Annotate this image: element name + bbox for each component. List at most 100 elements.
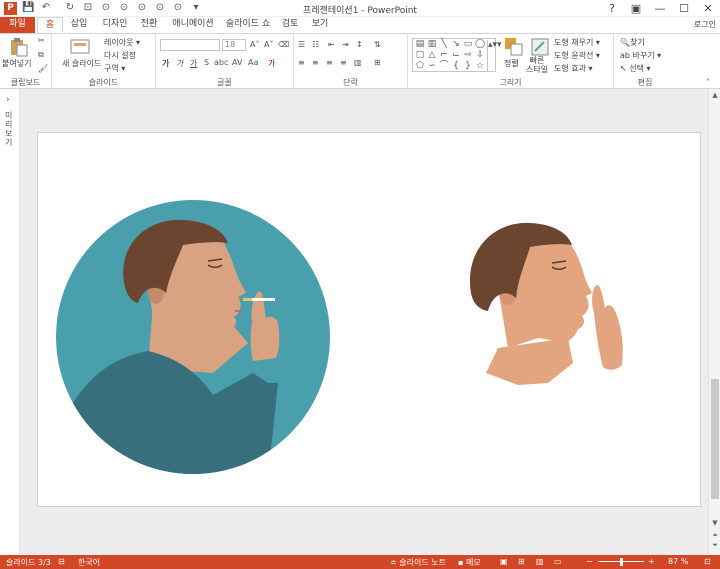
cut-icon[interactable]: ✂ (38, 36, 45, 45)
elbow-shape-icon[interactable]: ⌙ (451, 51, 461, 60)
find-button[interactable]: 🔍찾기 (620, 37, 645, 48)
maximize-button[interactable]: ☐ (672, 0, 696, 17)
tab-design[interactable]: 디자인 (98, 17, 132, 33)
expand-pane-icon[interactable]: › (6, 95, 10, 105)
rectangle-shape-icon[interactable]: ▭ (463, 40, 473, 49)
text-direction-icon[interactable]: ⇅ (374, 40, 381, 49)
format-painter-icon[interactable]: 🖌 (38, 64, 48, 73)
underline-button[interactable]: 가 (190, 58, 197, 69)
smoking-man-illustration[interactable] (56, 200, 330, 478)
minimize-button[interactable]: — (648, 0, 672, 17)
shape-outline-button[interactable]: 도형 윤곽선 ▾ (554, 50, 600, 61)
italic-button[interactable]: 가 (176, 58, 183, 69)
numbering-icon[interactable]: ☷ (312, 40, 319, 49)
section-button[interactable]: 구역 ▾ (104, 63, 125, 74)
shadow-button[interactable]: abc (214, 58, 228, 67)
scroll-up-icon[interactable]: ▲ (709, 91, 720, 99)
copy-icon[interactable]: ⧉ (38, 50, 44, 60)
tab-transitions[interactable]: 전환 (136, 17, 162, 33)
gallery-more-icon[interactable]: ▴▾▾ (487, 40, 502, 72)
comments-button[interactable]: ▪ 메모 (458, 557, 481, 568)
arc-shape-icon[interactable]: ⌒ (439, 62, 449, 71)
reset-button[interactable]: 다시 설정 (104, 50, 136, 61)
shape-effects-button[interactable]: 도형 효과 ▾ (554, 63, 593, 74)
vertical-textbox-shape-icon[interactable]: ▥ (427, 40, 437, 49)
signin-link[interactable]: 로그인 (694, 19, 716, 30)
tab-insert[interactable]: 삽입 (66, 17, 92, 33)
new-slide-button[interactable]: 새 슬라이드 (62, 58, 101, 69)
right-arrow-shape-icon[interactable]: ⇨ (463, 51, 473, 60)
pentagon-shape-icon[interactable]: ⬠ (415, 62, 425, 71)
paste-button[interactable]: 붙여넣기 (2, 58, 31, 69)
brace-right-shape-icon[interactable]: } (463, 62, 473, 71)
rounded-rect-shape-icon[interactable]: ▢ (415, 51, 425, 60)
arrange-icon[interactable] (504, 37, 524, 57)
slide-sorter-icon[interactable]: ⊞ (518, 557, 525, 566)
font-size-box[interactable]: 18 (222, 39, 246, 51)
help-button[interactable]: ? (600, 0, 624, 17)
shape-fill-button[interactable]: 도형 채우기 ▾ (554, 37, 600, 48)
tab-home[interactable]: 홈 (37, 17, 63, 33)
columns-icon[interactable]: ▥ (354, 58, 362, 67)
language-indicator[interactable]: 한국어 (78, 557, 100, 568)
zoom-level[interactable]: 87 % (668, 557, 688, 566)
increase-indent-icon[interactable]: ⇥ (342, 40, 349, 49)
tab-view[interactable]: 보기 (306, 17, 334, 33)
zoom-out-icon[interactable]: − (586, 557, 593, 566)
tab-review[interactable]: 검토 (278, 17, 302, 33)
align-right-icon[interactable]: ≡ (326, 58, 333, 67)
brace-shape-icon[interactable]: { (451, 62, 461, 71)
tab-file[interactable]: 파일 (0, 17, 35, 33)
smartart-icon[interactable]: ⊞ (374, 58, 381, 67)
clear-format-icon[interactable]: ⌫ (278, 40, 289, 49)
line-shape-icon[interactable]: ╲ (439, 40, 449, 49)
curve-shape-icon[interactable]: ∽ (427, 62, 437, 71)
scroll-down-icon[interactable]: ▼ (709, 519, 720, 527)
tab-animations[interactable]: 애니메이션 (168, 17, 218, 33)
man-hand-mouth-illustration[interactable] (469, 222, 623, 385)
quick-styles-button[interactable]: 빠른 스타일 (526, 56, 548, 74)
textbox-shape-icon[interactable]: ▤ (415, 40, 425, 49)
zoom-slider-thumb[interactable] (620, 558, 623, 566)
reading-view-icon[interactable]: ▥ (536, 557, 544, 566)
font-name-box[interactable] (160, 39, 220, 51)
line-spacing-icon[interactable]: ↕ (356, 40, 363, 49)
paste-icon[interactable] (8, 37, 28, 57)
collapse-ribbon-icon[interactable]: ˄ (706, 78, 710, 87)
scrollbar-thumb[interactable] (711, 379, 719, 499)
change-case-button[interactable]: Aa (248, 58, 258, 67)
new-slide-icon[interactable] (70, 37, 90, 57)
align-center-icon[interactable]: ≡ (312, 58, 319, 67)
shrink-font-icon[interactable]: A˅ (264, 40, 273, 49)
spellcheck-icon[interactable]: ⊟ (58, 557, 65, 566)
grow-font-icon[interactable]: A˄ (250, 40, 259, 49)
layout-button[interactable]: 레이아웃 ▾ (104, 37, 140, 48)
zoom-in-icon[interactable]: + (648, 557, 655, 566)
spacing-button[interactable]: AV (232, 58, 242, 67)
shapes-gallery[interactable]: ▤ ▥ ╲ ↘ ▭ ◯ ▢ △ ⌐ ⌙ ⇨ ⇩ ⬠ ∽ ⌒ { } ☆ ▴▾▾ (412, 38, 502, 72)
previous-slide-icon[interactable]: ⏶ (709, 531, 720, 540)
slide[interactable] (37, 132, 701, 507)
quick-styles-icon[interactable] (530, 37, 550, 57)
close-button[interactable]: ✕ (696, 0, 720, 17)
tab-slideshow[interactable]: 슬라이드 쇼 (222, 17, 274, 33)
slideshow-view-icon[interactable]: ▭ (554, 557, 562, 566)
bullets-icon[interactable]: ☰ (298, 40, 305, 49)
down-arrow-shape-icon[interactable]: ⇩ (475, 51, 485, 60)
strikethrough-button[interactable]: S (204, 58, 209, 67)
star-shape-icon[interactable]: ☆ (475, 62, 485, 71)
arrange-button[interactable]: 정렬 (504, 58, 519, 69)
next-slide-icon[interactable]: ⏷ (709, 541, 720, 550)
connector-shape-icon[interactable]: ⌐ (439, 51, 449, 60)
triangle-shape-icon[interactable]: △ (427, 51, 437, 60)
font-color-button[interactable]: 가 (268, 58, 275, 69)
select-button[interactable]: ↖ 선택 ▾ (620, 63, 651, 74)
oval-shape-icon[interactable]: ◯ (475, 40, 485, 49)
arrow-line-shape-icon[interactable]: ↘ (451, 40, 461, 49)
bold-button[interactable]: 가 (162, 58, 169, 69)
align-left-icon[interactable]: ≡ (298, 58, 305, 67)
decrease-indent-icon[interactable]: ⇤ (328, 40, 335, 49)
fit-slide-icon[interactable]: ⊡ (704, 557, 711, 566)
replace-button[interactable]: ab 바꾸기 ▾ (620, 50, 661, 61)
normal-view-icon[interactable]: ▣ (500, 557, 508, 566)
